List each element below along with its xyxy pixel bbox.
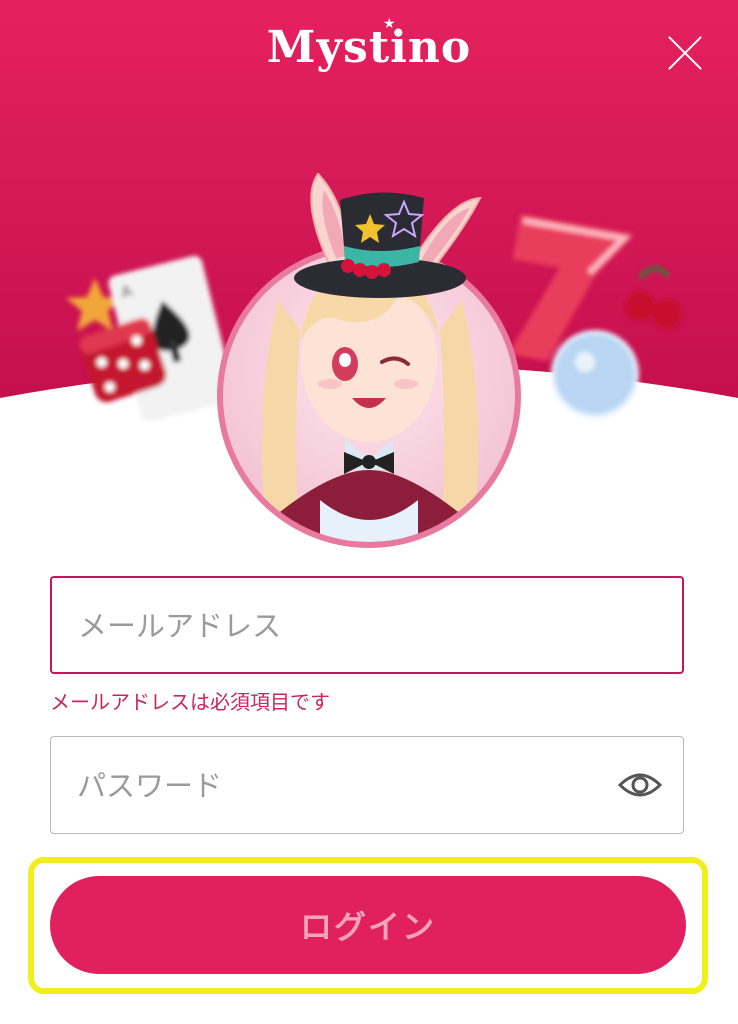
hero-banner: A Mystino ★ xyxy=(0,0,738,560)
eye-icon[interactable] xyxy=(617,767,663,803)
hero-illustration: A xyxy=(0,0,738,548)
logo-star-icon: ★ xyxy=(383,16,396,32)
email-input[interactable] xyxy=(76,578,620,674)
close-button[interactable] xyxy=(664,32,706,74)
password-input[interactable] xyxy=(75,737,619,835)
password-field[interactable] xyxy=(50,736,684,835)
login-button[interactable]: ログイン xyxy=(50,876,686,974)
email-field[interactable] xyxy=(50,576,684,674)
email-error-message: メールアドレスは必須項目です xyxy=(50,690,330,714)
brand-logo: Mystino xyxy=(266,22,472,73)
